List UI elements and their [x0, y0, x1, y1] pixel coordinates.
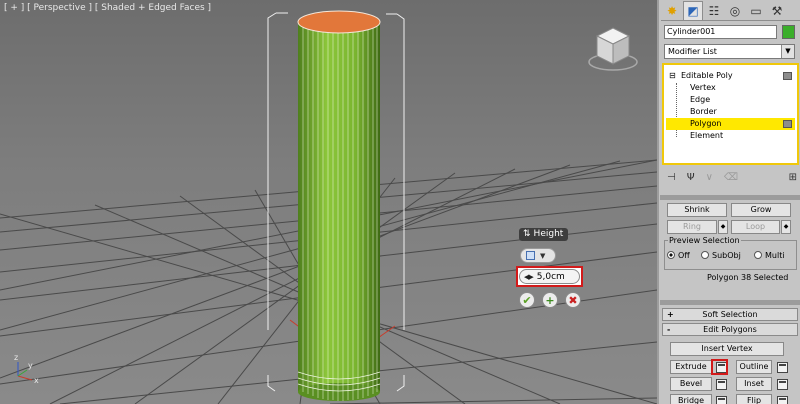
radio-label: Off: [678, 251, 690, 260]
chevron-down-icon[interactable]: ▼: [781, 45, 794, 58]
modifier-stack: ⊟ Editable Poly Vertex Edge Border Polyg…: [662, 63, 799, 165]
inset-settings-icon[interactable]: [777, 379, 788, 390]
insert-vertex-button[interactable]: Insert Vertex: [670, 342, 784, 356]
stack-toolbar: ⊣ Ψ ∨ ⌫ ⊞: [667, 169, 797, 185]
utilities-tab-icon[interactable]: ⚒: [767, 1, 787, 20]
height-value[interactable]: 5,0cm: [537, 272, 565, 282]
preview-subobj-radio[interactable]: SubObj: [701, 251, 741, 261]
radio-label: SubObj: [712, 251, 741, 260]
cylinder-mesh: [297, 10, 381, 401]
remove-modifier-icon[interactable]: ⌫: [724, 172, 738, 183]
show-end-result-icon[interactable]: Ψ: [687, 172, 695, 183]
stack-item-label: Edge: [690, 95, 711, 104]
caddy-cancel-button[interactable]: ✖: [565, 292, 581, 308]
flip-button[interactable]: Flip: [736, 394, 772, 404]
preview-multi-radio[interactable]: Multi: [754, 251, 785, 261]
preview-selection-label: Preview Selection: [668, 236, 741, 245]
stack-item-label: Element: [690, 131, 724, 140]
stack-item-vertex[interactable]: Vertex: [666, 82, 795, 94]
modifier-list-dropdown[interactable]: Modifier List ▼: [664, 44, 795, 59]
extrude-mode-icon: [526, 251, 535, 260]
cylinder-top-cap: [297, 10, 381, 34]
stack-item-element[interactable]: Element: [666, 130, 795, 142]
loop-spinner-icon[interactable]: ◆: [781, 220, 791, 234]
axis-z-label: z: [14, 353, 18, 362]
ring-spinner-icon[interactable]: ◆: [718, 220, 728, 234]
caddy-mode-dropdown[interactable]: ▼: [520, 248, 556, 263]
preview-off-radio[interactable]: Off: [667, 251, 690, 261]
chevron-down-icon: ▼: [540, 251, 546, 260]
bevel-settings-icon[interactable]: [716, 379, 727, 390]
stack-item-label: Vertex: [690, 83, 716, 92]
perspective-viewport[interactable]: z y x [ + ] [ Perspective ] [ Shaded + E…: [0, 0, 657, 404]
bridge-button[interactable]: Bridge: [670, 394, 712, 404]
radio-icon: [754, 251, 762, 259]
caddy-apply-button[interactable]: +: [542, 292, 558, 308]
modifier-toggle-icon[interactable]: [783, 72, 792, 80]
collapse-icon: -: [667, 325, 671, 334]
stack-item-polygon[interactable]: Polygon: [666, 118, 795, 130]
outline-settings-icon[interactable]: [777, 362, 788, 373]
shrink-button[interactable]: Shrink: [667, 203, 727, 217]
collapse-icon[interactable]: ⊟: [669, 70, 676, 82]
extrude-settings-highlight: [711, 359, 728, 375]
loop-button[interactable]: Loop: [731, 220, 780, 234]
outline-button[interactable]: Outline: [736, 360, 772, 374]
rollout-separator: [660, 300, 800, 305]
flip-settings-icon[interactable]: [777, 396, 788, 404]
height-spinner[interactable]: ◀▶ 5,0cm: [516, 266, 583, 287]
viewport-scene: z y x: [0, 10, 657, 404]
tabs-divider: [661, 20, 800, 21]
object-color-swatch[interactable]: [782, 25, 795, 39]
stack-item-edge[interactable]: Edge: [666, 94, 795, 106]
soft-selection-rollout[interactable]: + Soft Selection: [662, 308, 798, 321]
height-icon: ⇅: [523, 229, 531, 239]
pin-stack-icon[interactable]: ⊣: [667, 172, 676, 183]
stack-item-label: Polygon: [690, 119, 722, 128]
create-tab-icon[interactable]: ✸: [662, 1, 682, 20]
modifier-list-label: Modifier List: [668, 47, 717, 56]
command-panel-tabs: ✸ ◩ ☷ ◎ ▭ ⚒: [662, 1, 787, 20]
ring-button[interactable]: Ring: [667, 220, 717, 234]
spinner-arrows-icon[interactable]: ◀▶: [524, 273, 534, 281]
rollout-separator: [660, 195, 800, 200]
radio-icon: [701, 251, 709, 259]
viewport-label[interactable]: [ + ] [ Perspective ] [ Shaded + Edged F…: [4, 3, 211, 13]
hierarchy-tab-icon[interactable]: ☷: [704, 1, 724, 20]
display-tab-icon[interactable]: ▭: [746, 1, 766, 20]
make-unique-icon[interactable]: ∨: [706, 172, 713, 183]
rollout-title: Soft Selection: [702, 310, 758, 319]
radio-selected-icon: [667, 251, 675, 259]
stack-item-label: Editable Poly: [681, 71, 733, 80]
bevel-button[interactable]: Bevel: [670, 377, 712, 391]
axis-y-label: y: [28, 361, 33, 370]
viewcube-icon[interactable]: [587, 22, 639, 74]
caddy-title: ⇅ Height: [519, 228, 569, 241]
grow-button[interactable]: Grow: [731, 203, 791, 217]
stack-item-editable-poly[interactable]: ⊟ Editable Poly: [666, 70, 795, 82]
selection-status: Polygon 38 Selected: [707, 273, 789, 282]
object-name-field[interactable]: Cylinder001: [664, 25, 777, 39]
radio-label: Multi: [765, 251, 785, 260]
stack-item-border[interactable]: Border: [666, 106, 795, 118]
caddy-ok-button[interactable]: ✔: [519, 292, 535, 308]
command-panel: ✸ ◩ ☷ ◎ ▭ ⚒ Cylinder001 Modifier List ▼ …: [657, 0, 800, 404]
stack-item-label: Border: [690, 107, 717, 116]
expand-icon: +: [667, 310, 674, 319]
axis-x-label: x: [34, 376, 39, 385]
bridge-settings-icon[interactable]: [716, 396, 727, 404]
modifier-toggle-icon[interactable]: [783, 120, 792, 128]
motion-tab-icon[interactable]: ◎: [725, 1, 745, 20]
caddy-title-label: Height: [533, 229, 564, 239]
rollout-title: Edit Polygons: [703, 325, 757, 334]
modify-tab-icon[interactable]: ◩: [683, 1, 703, 20]
configure-modifier-sets-icon[interactable]: ⊞: [789, 172, 797, 183]
extrude-button[interactable]: Extrude: [670, 360, 712, 374]
inset-button[interactable]: Inset: [736, 377, 772, 391]
edit-polygons-rollout[interactable]: - Edit Polygons: [662, 323, 798, 336]
